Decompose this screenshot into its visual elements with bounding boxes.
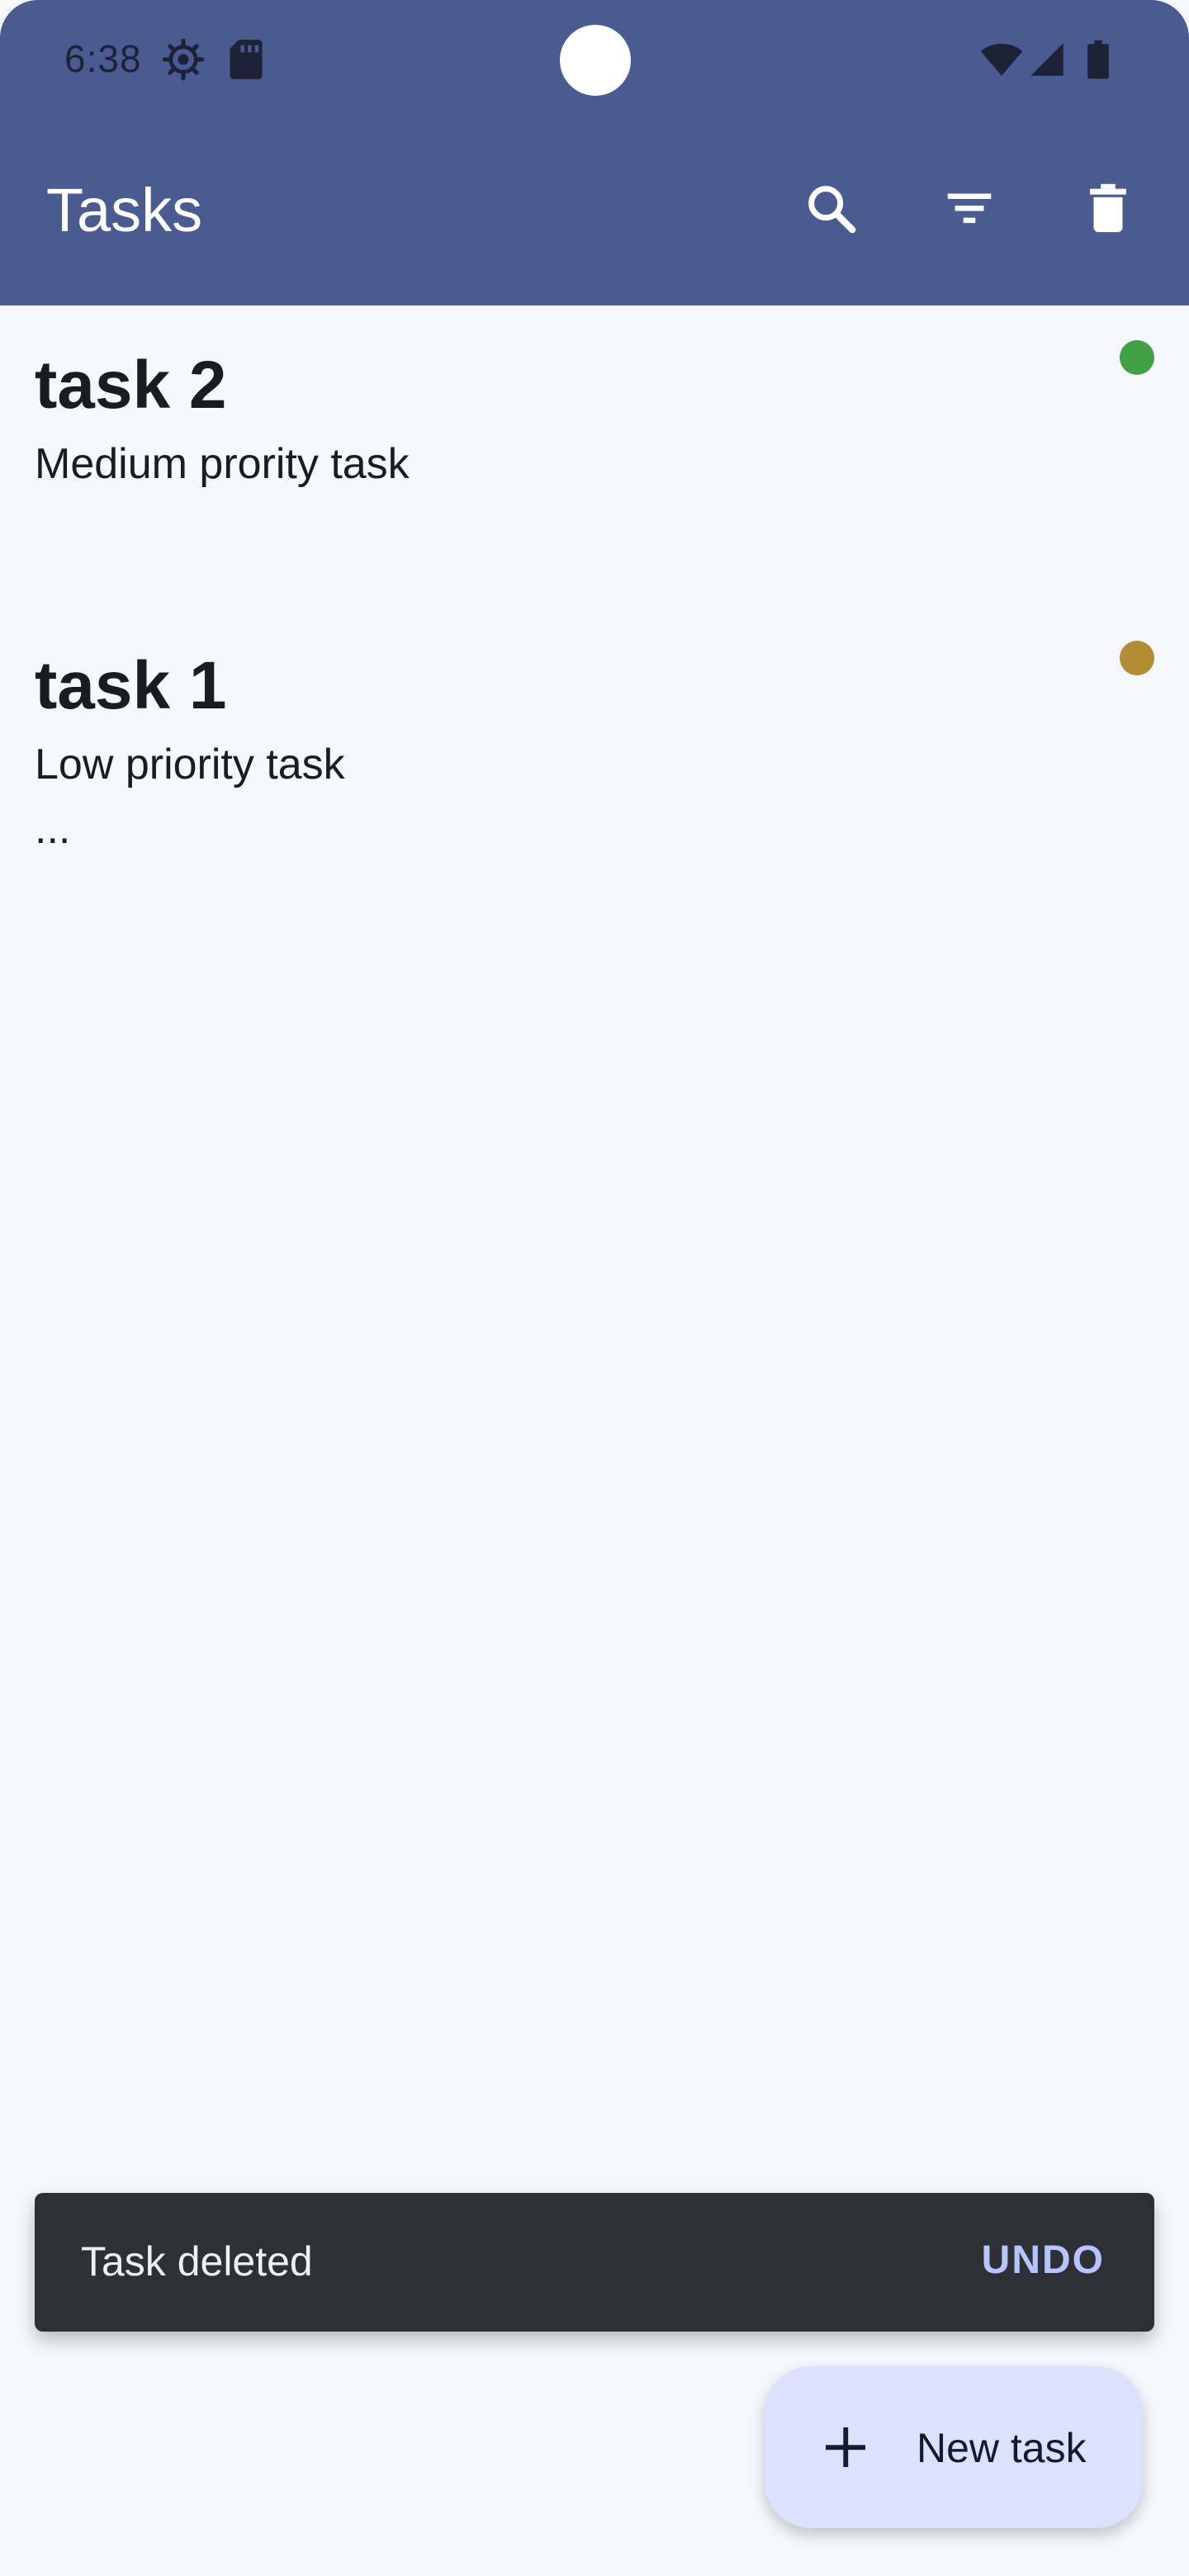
wifi-icon [979,41,1024,82]
cell-signal-icon [1029,41,1065,82]
delete-all-button[interactable] [1068,170,1148,249]
gear-icon [162,38,205,85]
task-description: Low priority task [35,741,345,788]
search-button[interactable] [791,170,870,249]
filter-icon [940,179,998,241]
app-screen: 6:38 Tasks task 2 Medium prority task ta… [0,0,1189,2576]
task-more-indicator: ... [35,805,71,853]
snackbar-message: Task deleted [81,2238,313,2285]
snackbar: Task deleted UNDO [35,2193,1154,2332]
search-icon [802,179,860,241]
page-title: Tasks [46,176,203,244]
task-title: task 1 [35,648,227,723]
status-bar: 6:38 [0,0,1189,122]
task-description: Medium prority task [35,440,410,488]
priority-indicator-dot [1120,340,1154,375]
task-list-item[interactable]: task 1 Low priority task ... [0,606,1189,907]
task-title: task 2 [35,348,227,423]
battery-icon [1087,40,1110,83]
priority-indicator-dot [1120,641,1154,675]
new-task-button[interactable]: New task [765,2366,1143,2528]
task-list-item[interactable]: task 2 Medium prority task [0,305,1189,606]
filter-button[interactable] [930,170,1009,249]
trash-icon [1079,179,1137,241]
app-bar: 6:38 Tasks [0,0,1189,305]
sd-card-icon [228,38,264,85]
status-time: 6:38 [64,37,142,80]
task-list: task 2 Medium prority task task 1 Low pr… [0,305,1189,907]
plus-icon [819,2421,872,2478]
front-camera [560,25,631,96]
new-task-label: New task [917,2425,1087,2471]
undo-button[interactable]: UNDO [982,2237,1105,2283]
